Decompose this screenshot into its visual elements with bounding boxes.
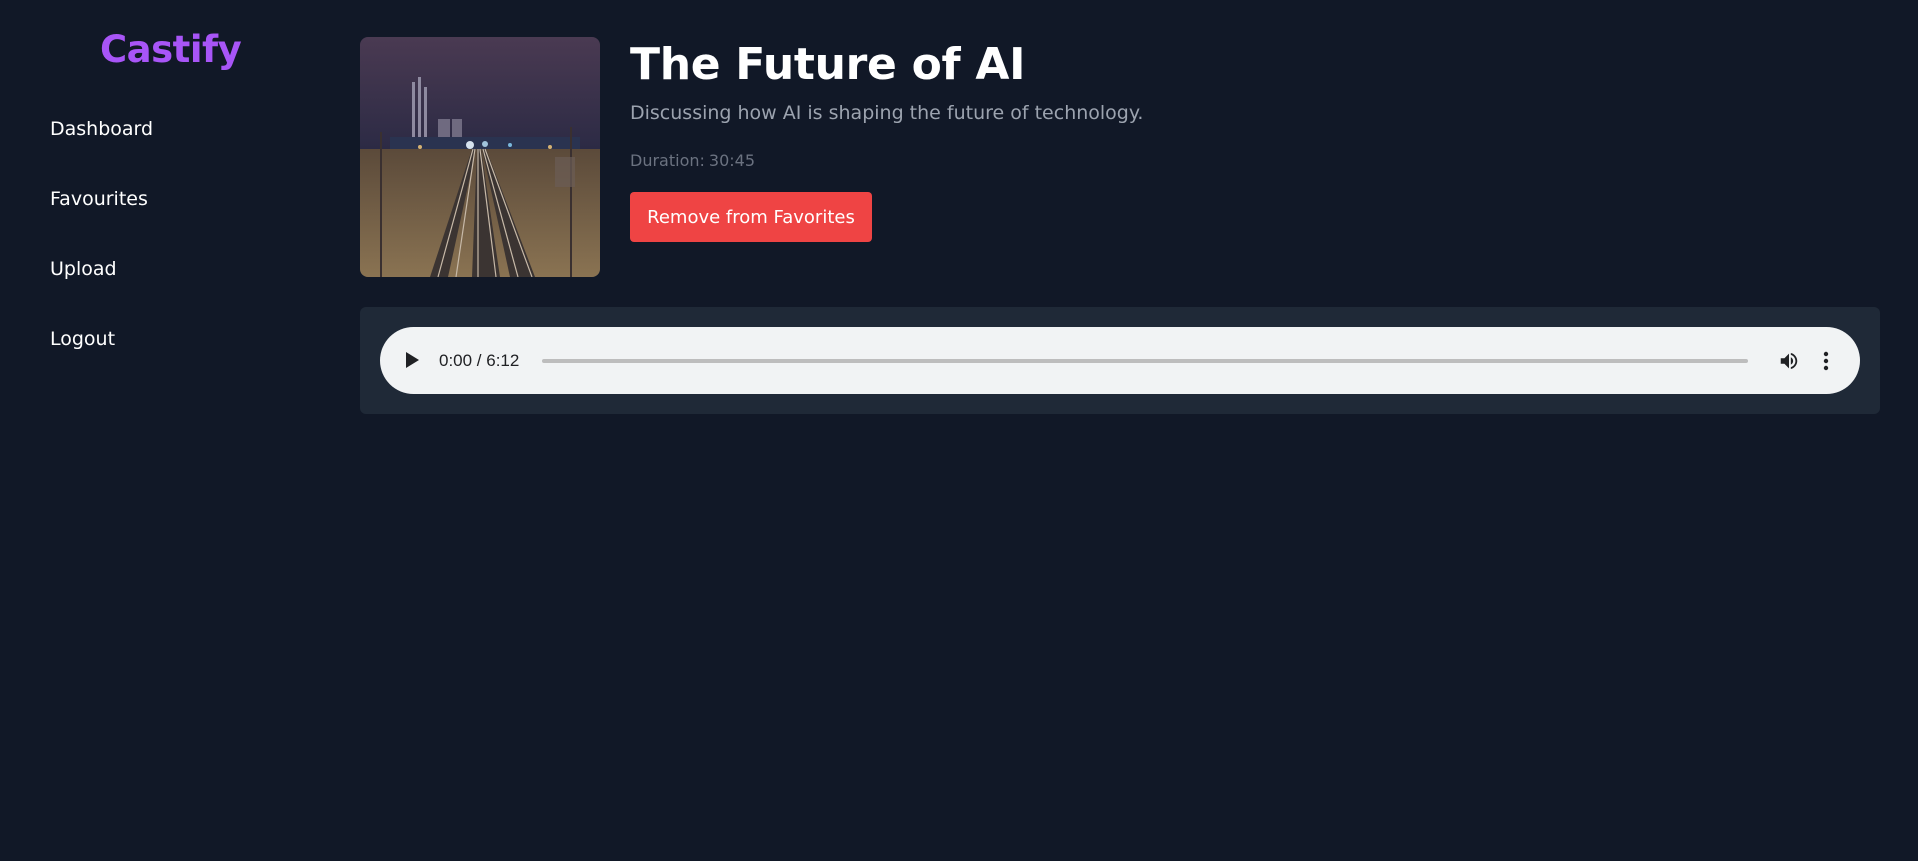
- sidebar-item-upload[interactable]: Upload: [50, 257, 117, 281]
- play-icon[interactable]: [400, 348, 424, 372]
- duration-value: 30:45: [708, 151, 755, 170]
- audio-player-panel: 0:00 / 6:12: [360, 307, 1880, 414]
- sidebar: Castify Dashboard Favourites Upload Logo…: [0, 0, 320, 861]
- remove-from-favorites-button[interactable]: Remove from Favorites: [630, 192, 872, 242]
- seek-bar[interactable]: [542, 359, 1748, 363]
- time-display: 0:00 / 6:12: [439, 351, 520, 370]
- sidebar-item-favourites[interactable]: Favourites: [50, 187, 148, 211]
- volume-icon[interactable]: [1776, 348, 1802, 374]
- app-root: Castify Dashboard Favourites Upload Logo…: [0, 0, 1918, 861]
- audio-player: 0:00 / 6:12: [380, 327, 1860, 394]
- podcast-title: The Future of AI: [630, 39, 1026, 90]
- sidebar-item-dashboard[interactable]: Dashboard: [50, 117, 153, 141]
- podcast-cover-image: [360, 37, 600, 277]
- podcast-duration: Duration: 30:45: [630, 151, 755, 171]
- podcast-description: Discussing how AI is shaping the future …: [630, 102, 1144, 124]
- sidebar-item-logout[interactable]: Logout: [50, 327, 115, 351]
- more-vertical-icon[interactable]: [1817, 348, 1835, 374]
- brand-logo[interactable]: Castify: [100, 28, 242, 72]
- duration-label: Duration:: [630, 151, 705, 170]
